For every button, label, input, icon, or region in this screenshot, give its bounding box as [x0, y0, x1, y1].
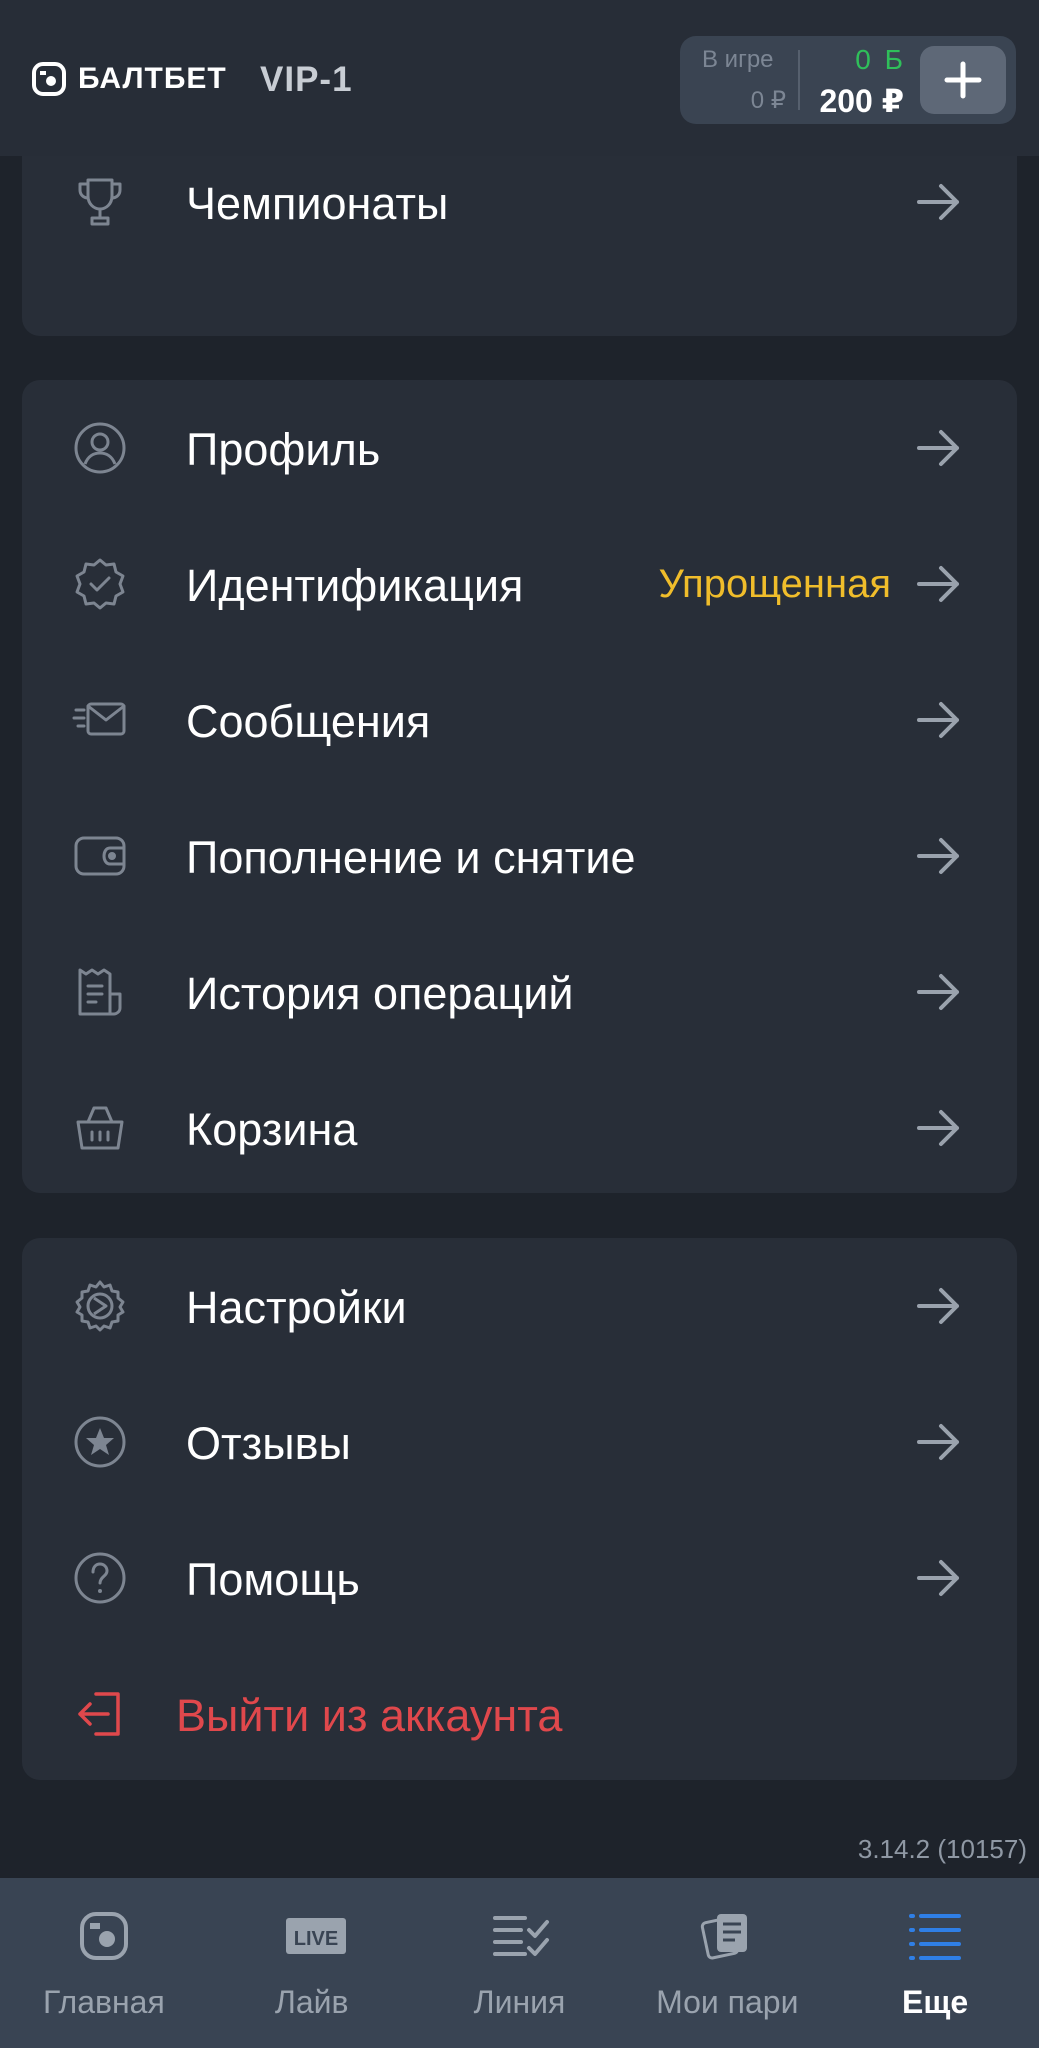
menu-item-identification[interactable]: Идентификация Упрощенная — [22, 516, 1017, 652]
bet-slips-icon — [699, 1908, 755, 1964]
menu-label: Корзина — [186, 1104, 358, 1155]
tab-label: Еще — [902, 1984, 969, 2020]
arrow-right-icon — [915, 970, 963, 1014]
question-circle-icon — [72, 1550, 128, 1606]
envelope-fast-icon — [72, 692, 128, 748]
menu-item-deposit-withdraw[interactable]: Пополнение и снятие — [22, 788, 1017, 924]
menu-label: Настройки — [186, 1282, 407, 1333]
in-game-value: 0 ₽ — [750, 87, 786, 114]
star-circle-icon — [72, 1414, 128, 1470]
money-balance: 200 ₽ — [819, 83, 904, 119]
menu-label: История операций — [186, 968, 574, 1019]
plus-icon — [944, 61, 982, 99]
live-badge-icon: LIVE — [284, 1908, 346, 1964]
arrow-right-icon — [915, 1420, 963, 1464]
app-header: БАЛТБЕТ VIP-1 В игре 0 ₽ 0 Б 200 ₽ — [0, 0, 1039, 156]
tab-label: Главная — [43, 1984, 165, 2020]
logout-button[interactable]: Выйти из аккаунта — [22, 1646, 1017, 1782]
menu-label: Пополнение и снятие — [186, 832, 636, 883]
verified-badge-icon — [72, 556, 128, 612]
vip-level[interactable]: VIP-1 — [260, 60, 353, 100]
user-circle-icon — [72, 420, 128, 476]
tab-my-bets[interactable]: Мои пари — [623, 1878, 831, 2048]
tab-label: Линия — [473, 1984, 566, 2020]
menu-label: Чемпионаты — [186, 178, 449, 229]
bonus-balance: 0 Б — [855, 44, 906, 75]
balance-divider — [798, 50, 800, 110]
menu-item-cart[interactable]: Корзина — [22, 1060, 1017, 1196]
app-version: 3.14.2 (10157) — [857, 1834, 1027, 1864]
misc-menu-card: Настройки Отзывы Помощь Выйти из аккаунт… — [22, 1238, 1017, 1780]
svg-text:LIVE: LIVE — [293, 1928, 337, 1950]
basket-icon — [72, 1100, 128, 1156]
bottom-tab-bar: Главная LIVE Лайв Линия Мои пари Еще — [0, 1878, 1039, 2048]
menu-item-settings[interactable]: Настройки — [22, 1238, 1017, 1374]
menu-label: Профиль — [186, 424, 381, 475]
menu-item-messages[interactable]: Сообщения — [22, 652, 1017, 788]
tab-live[interactable]: LIVE Лайв — [208, 1878, 416, 2048]
tab-more[interactable]: Еще — [831, 1878, 1039, 2048]
in-game-label: В игре — [702, 46, 774, 73]
arrow-right-icon — [915, 426, 963, 470]
trophy-icon — [72, 174, 128, 230]
arrow-right-icon — [915, 834, 963, 878]
arrow-right-icon — [915, 1556, 963, 1600]
logo-text: БАЛТБЕТ — [78, 62, 227, 95]
menu-item-profile[interactable]: Профиль — [22, 380, 1017, 516]
menu-label: Идентификация — [186, 560, 524, 611]
balance-widget[interactable]: В игре 0 ₽ 0 Б 200 ₽ — [680, 36, 1016, 124]
menu-item-reviews[interactable]: Отзывы — [22, 1374, 1017, 1510]
deposit-plus-button[interactable] — [920, 46, 1006, 114]
gear-icon — [72, 1278, 128, 1334]
logout-label: Выйти из аккаунта — [176, 1690, 563, 1741]
logout-icon — [72, 1686, 128, 1742]
arrow-right-icon — [915, 180, 963, 224]
list-check-icon — [491, 1908, 550, 1964]
receipt-icon — [72, 964, 128, 1020]
menu-list-icon — [907, 1908, 963, 1964]
tab-line[interactable]: Линия — [416, 1878, 624, 2048]
logo-icon — [32, 62, 66, 96]
tab-home[interactable]: Главная — [0, 1878, 208, 2048]
account-menu-card: Профиль Идентификация Упрощенная Сообщен… — [22, 380, 1017, 1193]
menu-item-help[interactable]: Помощь — [22, 1510, 1017, 1646]
arrow-right-icon — [915, 1284, 963, 1328]
menu-item-history[interactable]: История операций — [22, 924, 1017, 1060]
home-logo-icon — [76, 1908, 132, 1964]
baltbet-logo[interactable]: БАЛТБЕТ — [32, 62, 227, 96]
menu-label: Сообщения — [186, 696, 431, 747]
menu-label: Помощь — [186, 1554, 360, 1605]
menu-label: Отзывы — [186, 1418, 351, 1469]
identification-status: Упрощенная — [658, 562, 891, 606]
arrow-right-icon — [915, 562, 963, 606]
tab-label: Мои пари — [656, 1984, 799, 2020]
arrow-right-icon — [915, 1106, 963, 1150]
wallet-icon — [72, 828, 128, 884]
arrow-right-icon — [915, 698, 963, 742]
tab-label: Лайв — [274, 1984, 349, 2020]
